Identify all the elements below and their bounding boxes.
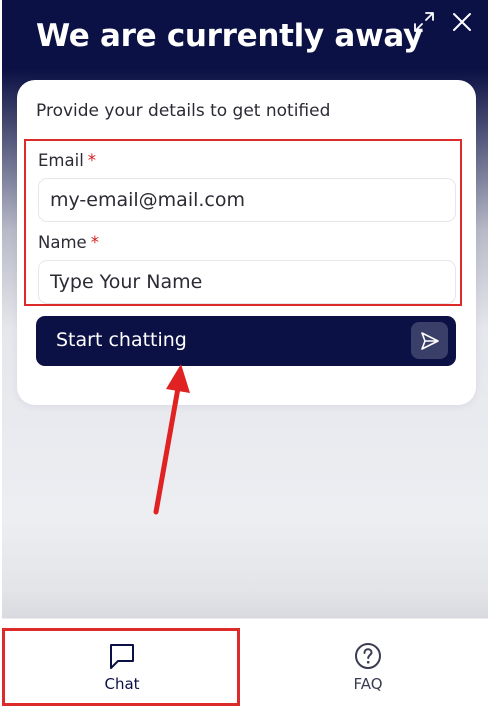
email-label: Email * (38, 151, 96, 170)
form-intro-text: Provide your details to get notified (36, 101, 331, 121)
email-required-mark: * (87, 151, 97, 170)
header-actions (412, 10, 474, 34)
send-icon (420, 331, 439, 350)
header-title: We are currently away (36, 18, 423, 54)
question-circle-icon (355, 643, 381, 669)
chat-widget: We are currently away Provide your detai… (2, 0, 488, 710)
contact-form-card: Provide your details to get notified Ema… (17, 80, 476, 405)
close-icon (453, 13, 471, 31)
chat-tab-highlight (2, 628, 240, 706)
name-label: Name * (38, 233, 99, 252)
expand-button[interactable] (412, 10, 436, 34)
name-required-mark: * (90, 233, 99, 252)
email-field[interactable] (38, 178, 456, 222)
name-label-text: Name (38, 233, 87, 252)
expand-icon (414, 12, 434, 32)
email-label-text: Email (38, 151, 84, 170)
start-chatting-label: Start chatting (56, 329, 187, 351)
form-fields-highlight: Email* Name* (24, 139, 462, 306)
send-icon-box (411, 322, 448, 359)
name-field[interactable] (38, 260, 456, 304)
tab-faq-label: FAQ (353, 675, 383, 693)
tab-faq[interactable]: FAQ (248, 619, 488, 710)
close-button[interactable] (450, 10, 474, 34)
start-chatting-button[interactable]: Start chatting (36, 316, 456, 366)
